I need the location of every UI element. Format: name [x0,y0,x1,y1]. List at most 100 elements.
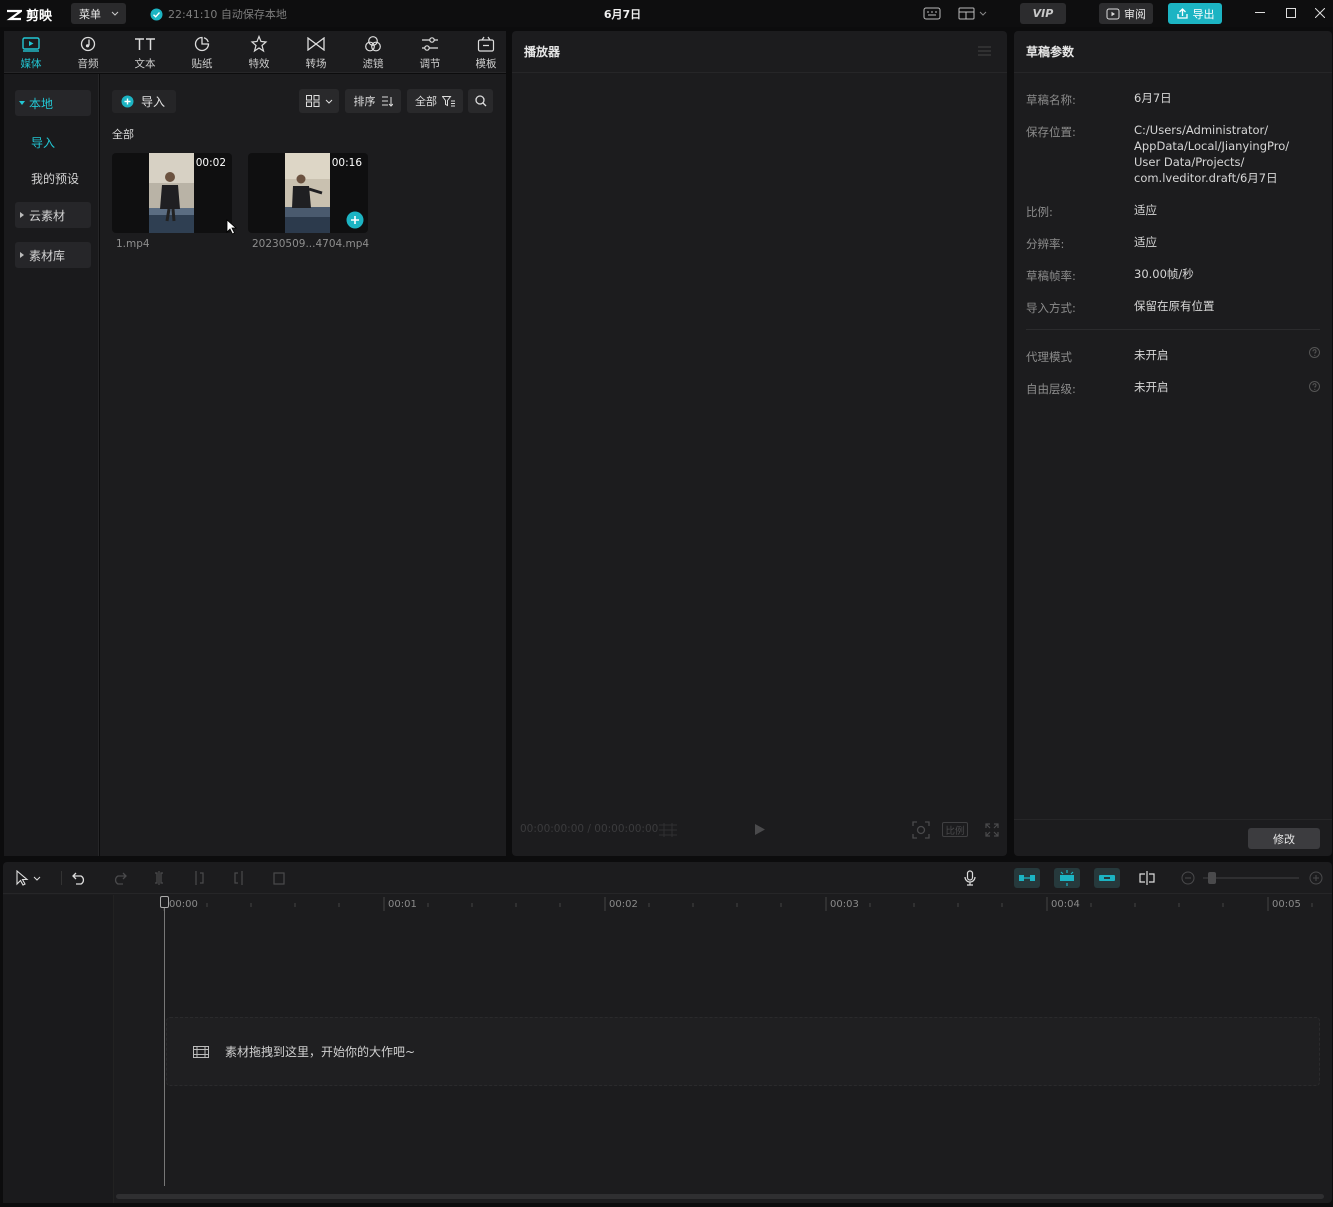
timeline-toolbar [3,862,1332,894]
close-icon[interactable] [1309,4,1331,22]
tick-label: 00:04 [1051,899,1080,910]
auto-snap-button[interactable] [1054,868,1080,888]
sticker-icon [194,36,210,52]
main-track-magnet-button[interactable] [1014,868,1040,888]
nav-local[interactable]: 本地 [15,90,91,116]
path-line: User Data/Projects/ [1134,155,1245,169]
upload-icon [1176,8,1188,19]
tab-filter[interactable]: 滤镜 [353,34,393,72]
tab-template[interactable]: 模板 [466,34,506,72]
tab-adjust[interactable]: 调节 [410,34,450,72]
preview-axis-icon [1139,871,1155,885]
export-button[interactable]: 导出 [1168,3,1222,24]
zoom-slider-handle[interactable] [1208,872,1216,884]
delete-right-button[interactable] [228,868,250,888]
zoom-in-icon[interactable] [1309,871,1323,885]
tab-transition[interactable]: 转场 [296,34,336,72]
trim-left-icon [195,871,204,885]
minimize-icon[interactable] [1249,4,1271,22]
review-icon [1106,8,1120,19]
hamburger-menu-icon[interactable] [978,46,991,56]
tab-label: 音频 [77,58,99,70]
playhead[interactable] [164,896,165,1186]
param-value: 6月7日 [1134,91,1172,105]
media-icon [22,36,40,52]
media-source-nav: 本地 导入 我的预设 云素材 素材库 [4,74,99,856]
fullscreen-icon[interactable] [985,823,999,837]
trim-right-icon [234,871,243,885]
path-line: C:/Users/Administrator/ [1134,123,1269,137]
param-label: 导入方式: [1026,301,1076,315]
playhead-handle[interactable] [160,896,169,908]
review-button[interactable]: 审阅 [1099,3,1153,24]
delete-button[interactable] [268,868,290,888]
pointer-icon [16,870,41,886]
param-value-path: C:/Users/Administrator/ AppData/Local/Ji… [1134,122,1289,186]
chevron-down-icon [325,99,332,104]
help-icon[interactable] [1309,381,1320,392]
template-icon [477,36,495,52]
tab-label: 模板 [475,58,497,70]
vip-button[interactable]: VIP [1020,3,1066,24]
split-button[interactable] [148,868,170,888]
ratio-label: 比例 [945,825,965,837]
record-audio-button[interactable] [959,868,981,888]
microphone-icon [964,870,976,886]
horizontal-scrollbar[interactable] [116,1194,1324,1199]
divider [1014,819,1332,820]
search-button[interactable] [468,89,493,113]
media-item-name: 20230509...4704.mp4 [252,238,370,250]
media-item[interactable]: 00:02 [112,153,232,233]
import-button[interactable]: 导入 [112,90,176,113]
filter-button[interactable]: 全部 [407,89,463,113]
tab-media[interactable]: 媒体 [11,34,51,72]
drop-hint: 素材拖拽到这里，开始你的大作吧~ [225,1045,416,1059]
tab-label: 媒体 [20,58,42,70]
timeline-grid-icon[interactable] [658,823,678,837]
tab-text[interactable]: 文本 [125,34,165,72]
screenshot-icon[interactable] [912,821,930,839]
tab-effects[interactable]: 特效 [239,34,279,72]
media-item-name: 1.mp4 [116,238,150,250]
view-mode-button[interactable] [299,89,339,113]
main-track-drop-zone[interactable]: 素材拖拽到这里，开始你的大作吧~ [166,1017,1320,1086]
help-icon[interactable] [1309,347,1320,358]
tab-sticker[interactable]: 贴纸 [182,34,222,72]
media-item[interactable]: 00:16 [248,153,368,233]
path-line: com.lveditor.draft/6月7日 [1134,171,1278,185]
nav-my-presets[interactable]: 我的预设 [31,170,79,187]
param-value: 未开启 [1134,380,1169,394]
shortcut-keyboard-icon[interactable] [921,4,943,22]
snap-icon [1060,870,1074,886]
play-icon[interactable] [754,823,766,836]
split-icon [155,871,163,885]
caret-right-icon [20,252,24,258]
ratio-button[interactable]: 比例 [942,822,968,837]
undo-button[interactable] [68,868,90,888]
linkage-button[interactable] [1094,868,1120,888]
param-value: 适应 [1134,235,1157,249]
nav-library[interactable]: 素材库 [15,242,91,268]
layout-icon[interactable] [955,4,991,22]
param-label: 代理模式 [1026,350,1072,364]
zoom-slider[interactable] [1203,877,1299,879]
param-label: 保存位置: [1026,125,1076,139]
tab-label: 特效 [248,58,270,70]
preview-axis-button[interactable] [1136,868,1158,888]
select-tool-button[interactable] [8,868,48,888]
zoom-out-icon[interactable] [1181,871,1195,885]
tab-audio[interactable]: 音频 [68,34,108,72]
modify-button[interactable]: 修改 [1248,828,1320,849]
funnel-icon [442,95,455,106]
delete-left-button[interactable] [188,868,210,888]
import-label: 导入 [141,95,166,109]
divider [1026,329,1320,330]
sort-button[interactable]: 排序 [345,89,401,113]
add-to-track-icon[interactable] [346,211,364,229]
maximize-icon[interactable] [1280,4,1302,22]
tick-label: 00:05 [1272,899,1301,910]
nav-import[interactable]: 导入 [31,134,55,151]
nav-cloud[interactable]: 云素材 [15,202,91,228]
redo-button[interactable] [108,868,130,888]
nav-local-label: 本地 [29,96,54,111]
